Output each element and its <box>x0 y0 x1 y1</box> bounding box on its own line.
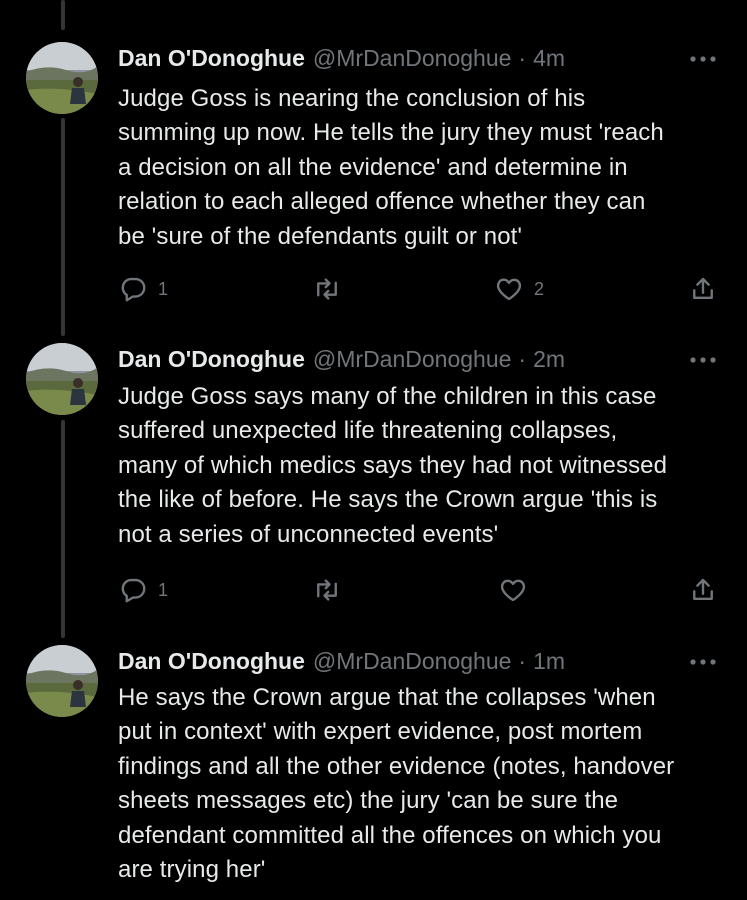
share-button[interactable] <box>688 575 718 605</box>
like-count: 2 <box>534 278 545 299</box>
tweet-text: He says the Crown argue that the collaps… <box>118 681 730 887</box>
tweet-text-line: suffered unexpected life threatening col… <box>118 417 618 445</box>
tweet-text-line: the like of before. He says the Crown ar… <box>118 486 658 514</box>
tweet-header: Dan O'Donoghue @MrDanDonoghue · 4m <box>118 42 565 74</box>
tweet-text-line: be 'sure of the defendants guilt or not' <box>118 222 523 250</box>
tweet-text-line: Judge Goss says many of the children in … <box>118 383 657 410</box>
thread-line <box>61 118 65 336</box>
thread-line <box>61 420 65 638</box>
repost-icon <box>312 575 342 605</box>
reply-button[interactable]: 1 <box>118 575 168 605</box>
tweet-text-line: relation to each alleged offence whether… <box>118 188 646 216</box>
thread-line <box>61 0 65 30</box>
tweet-text-line: a decision on all the evidence' and dete… <box>118 153 628 181</box>
heart-icon <box>498 575 528 605</box>
tweet-text-line: not a series of unconnected events' <box>118 520 499 548</box>
timestamp[interactable]: 2m <box>533 346 565 373</box>
tweet-actions: 1 2 <box>118 274 718 304</box>
separator: · <box>518 345 527 372</box>
timestamp[interactable]: 1m <box>533 648 565 675</box>
more-icon[interactable] <box>688 655 718 667</box>
author-handle[interactable]: @MrDanDonoghue <box>313 648 512 675</box>
tweet-text: Judge Goss is nearing the conclusion of … <box>118 82 730 254</box>
avatar[interactable] <box>26 645 98 717</box>
author-name[interactable]: Dan O'Donoghue <box>118 346 305 373</box>
tweet-text-line: sheets messages etc) the jury 'can be su… <box>118 787 619 815</box>
reply-icon <box>118 575 148 605</box>
tweet-text: Judge Goss says many of the children in … <box>118 380 730 552</box>
share-icon <box>688 575 718 605</box>
share-button[interactable] <box>688 274 718 304</box>
reply-count: 1 <box>158 278 169 299</box>
reply-icon <box>118 274 148 304</box>
tweet-text-line: many of which medics says they had not w… <box>118 451 668 479</box>
tweet-text-line: findings and all the other evidence (not… <box>118 752 675 780</box>
tweet-text-line: He says the Crown argue that the collaps… <box>118 684 656 711</box>
repost-button[interactable] <box>312 575 352 605</box>
tweet-text-line: put in context' with expert evidence, po… <box>118 718 643 746</box>
tweet-header: Dan O'Donoghue @MrDanDonoghue · 1m <box>118 645 565 677</box>
repost-button[interactable] <box>312 274 352 304</box>
more-icon[interactable] <box>688 52 718 64</box>
author-name[interactable]: Dan O'Donoghue <box>118 45 305 72</box>
tweet-text-line: Judge Goss is nearing the conclusion of … <box>118 85 586 112</box>
tweet-text-line: are trying her' <box>118 856 266 884</box>
heart-icon <box>494 274 524 304</box>
avatar[interactable] <box>26 343 98 415</box>
like-button[interactable]: 2 <box>494 274 544 304</box>
author-name[interactable]: Dan O'Donoghue <box>118 648 305 675</box>
author-handle[interactable]: @MrDanDonoghue <box>313 346 512 373</box>
tweet-text-line: defendant committed all the offences on … <box>118 821 662 849</box>
avatar[interactable] <box>26 42 98 114</box>
separator: · <box>518 647 527 674</box>
reply-count: 1 <box>158 579 169 600</box>
more-icon[interactable] <box>688 353 718 365</box>
tweet-actions: 1 <box>118 575 718 605</box>
author-handle[interactable]: @MrDanDonoghue <box>313 45 512 72</box>
separator: · <box>518 44 527 71</box>
tweet-text-line: summing up now. He tells the jury they m… <box>118 119 664 147</box>
repost-icon <box>312 274 342 304</box>
share-icon <box>688 274 718 304</box>
reply-button[interactable]: 1 <box>118 274 168 304</box>
tweet-header: Dan O'Donoghue @MrDanDonoghue · 2m <box>118 343 565 375</box>
like-button[interactable] <box>498 575 538 605</box>
timestamp[interactable]: 4m <box>533 45 565 72</box>
